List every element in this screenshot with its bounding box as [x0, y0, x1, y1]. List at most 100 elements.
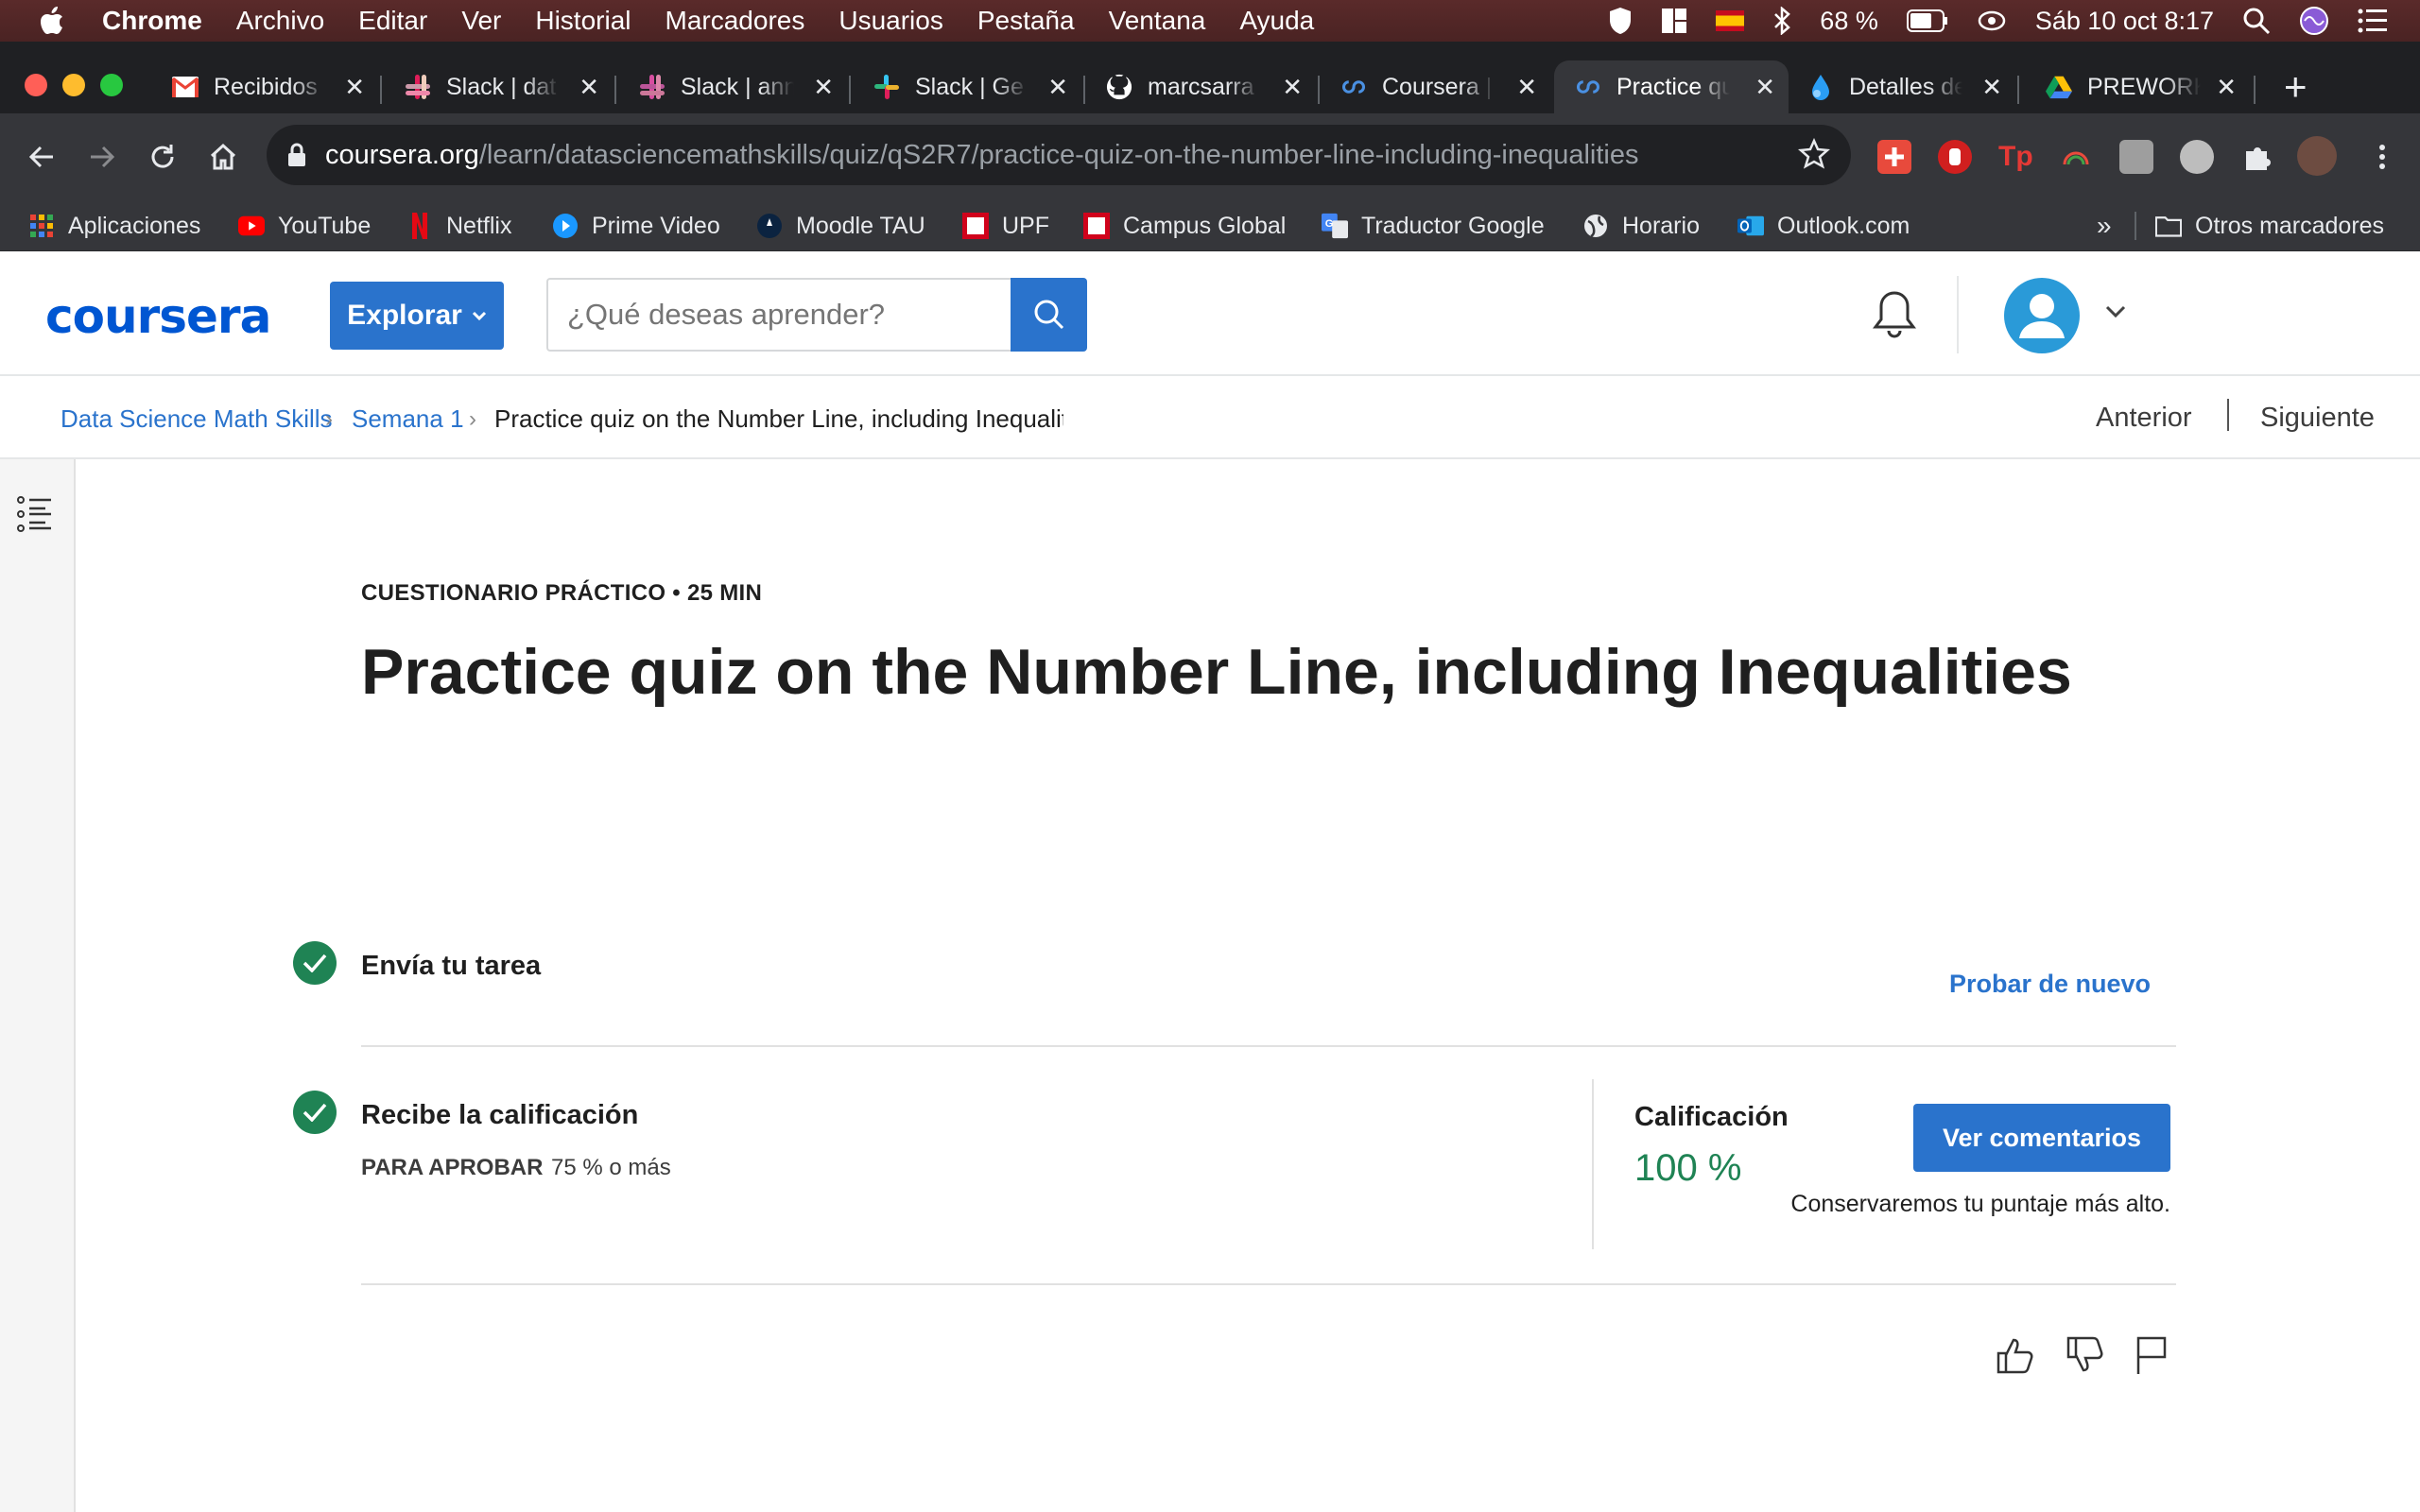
address-bar[interactable]: coursera.org/learn/datasciencemathskills… — [267, 125, 1851, 185]
tab-slack-2[interactable]: Slack | ann ✕ — [624, 60, 847, 113]
bookmark-outlook[interactable]: Outlook.com — [1737, 200, 1910, 251]
close-tab-icon[interactable]: ✕ — [579, 73, 599, 102]
slack-icon — [873, 74, 900, 100]
window-zoom-button[interactable] — [100, 74, 123, 96]
tab-title: Practice qu — [1616, 73, 1730, 100]
bookmark-otros-marcadores[interactable]: Otros marcadores — [2155, 200, 2384, 251]
search-button[interactable] — [1011, 278, 1087, 352]
bookmark-prime-video[interactable]: Prime Video — [552, 200, 720, 251]
step-submit-label: Envía tu tarea — [361, 951, 542, 981]
block-hand-icon[interactable] — [1938, 140, 1972, 174]
close-tab-icon[interactable]: ✕ — [1754, 73, 1775, 102]
battery-icon[interactable] — [1906, 9, 1948, 32]
menu-marcadores[interactable]: Marcadores — [666, 6, 805, 36]
tab-slack-1[interactable]: Slack | dat ✕ — [389, 60, 613, 113]
window-minimize-button[interactable] — [62, 74, 85, 96]
flag-icon[interactable] — [2133, 1334, 2170, 1381]
extension-plus-icon[interactable] — [1877, 140, 1911, 174]
spotlight-search-icon[interactable] — [2242, 7, 2271, 35]
search-input[interactable] — [546, 278, 1011, 352]
tab-strip: Recibidos ✕ Slack | dat ✕ Slack | ann ✕ … — [0, 42, 2420, 113]
control-center-icon[interactable] — [2358, 9, 2388, 33]
window-layout-icon[interactable] — [1661, 8, 1687, 34]
page-title: Practice quiz on the Number Line, includ… — [361, 636, 2072, 708]
menu-archivo[interactable]: Archivo — [236, 6, 324, 36]
bookmarks-overflow-button[interactable]: » — [2097, 200, 2112, 251]
puzzle-icon[interactable] — [2240, 140, 2274, 174]
spanish-flag-icon[interactable] — [1716, 10, 1745, 31]
tab-coursera[interactable]: Coursera | ✕ — [1327, 60, 1550, 113]
previous-link[interactable]: Anterior — [2096, 403, 2192, 434]
bookmark-netflix[interactable]: Netflix — [406, 200, 511, 251]
course-outline-toggle[interactable] — [17, 495, 53, 538]
close-tab-icon[interactable]: ✕ — [813, 73, 834, 102]
tab-detalles[interactable]: Detalles de ✕ — [1792, 60, 2015, 113]
rainbow-extension-icon[interactable] — [2059, 140, 2093, 174]
bluetooth-icon[interactable] — [1772, 7, 1791, 35]
tab-prework[interactable]: PREWORK ✕ — [2027, 60, 2250, 113]
section-divider — [361, 1283, 2176, 1285]
menu-ayuda[interactable]: Ayuda — [1239, 6, 1314, 36]
chevron-down-icon[interactable] — [2104, 304, 2127, 324]
breadcrumb: Data Science Math Skills › Semana 1 › Pr… — [0, 376, 2420, 459]
tp-extension-icon[interactable]: Tp — [1998, 140, 2033, 174]
close-tab-icon[interactable]: ✕ — [1282, 73, 1303, 102]
menu-ver[interactable]: Ver — [461, 6, 501, 36]
coursera-logo[interactable]: coursera — [45, 289, 271, 344]
list-menu-icon — [17, 496, 51, 532]
siri-icon[interactable] — [2299, 6, 2329, 36]
h-extension-icon[interactable] — [2119, 140, 2153, 174]
next-link[interactable]: Siguiente — [2260, 403, 2375, 434]
tab-github[interactable]: marcsarra ✕ — [1093, 60, 1316, 113]
retry-link[interactable]: Probar de nuevo — [1949, 970, 2151, 999]
kebab-menu-icon[interactable] — [2365, 140, 2399, 174]
tab-slack-3[interactable]: Slack | Ge ✕ — [858, 60, 1081, 113]
shield-icon[interactable] — [1608, 7, 1633, 35]
menu-usuarios[interactable]: Usuarios — [838, 6, 942, 36]
tab-recibidos[interactable]: Recibidos ✕ — [155, 60, 378, 113]
wifi-sync-icon[interactable] — [1977, 8, 2007, 34]
thumbs-down-icon[interactable] — [2065, 1334, 2106, 1381]
bookmark-campus-global[interactable]: Campus Global — [1083, 200, 1286, 251]
close-tab-icon[interactable]: ✕ — [1047, 73, 1068, 102]
check-circle-icon — [293, 941, 337, 985]
bookmark-youtube[interactable]: YouTube — [238, 200, 371, 251]
home-button[interactable] — [200, 134, 246, 180]
forward-button[interactable] — [79, 134, 125, 180]
back-button[interactable] — [19, 134, 64, 180]
menu-app-name[interactable]: Chrome — [102, 6, 202, 36]
thumbs-up-icon[interactable] — [1995, 1334, 2036, 1381]
bookmark-upf[interactable]: UPF — [962, 200, 1049, 251]
view-feedback-button[interactable]: Ver comentarios — [1913, 1104, 2170, 1172]
bookmark-star-icon[interactable] — [1798, 138, 1830, 170]
menu-ventana[interactable]: Ventana — [1109, 6, 1206, 36]
close-tab-icon[interactable]: ✕ — [1981, 73, 2002, 102]
profile-avatar[interactable] — [2297, 136, 2337, 176]
lock-icon[interactable] — [287, 143, 306, 167]
close-tab-icon[interactable]: ✕ — [344, 73, 365, 102]
apple-icon[interactable] — [40, 7, 64, 35]
bookmark-moodle-tau[interactable]: Moodle TAU — [756, 200, 925, 251]
chevron-down-icon — [472, 311, 486, 321]
close-tab-icon[interactable]: ✕ — [2216, 73, 2237, 102]
bookmark-traductor-google[interactable]: G Traductor Google — [1322, 200, 1545, 251]
menu-pestana[interactable]: Pestaña — [977, 6, 1075, 36]
reload-button[interactable] — [140, 134, 185, 180]
browser-toolbar: coursera.org/learn/datasciencemathskills… — [0, 113, 2420, 200]
user-avatar[interactable] — [2004, 278, 2080, 353]
menu-editar[interactable]: Editar — [358, 6, 427, 36]
notifications-bell-icon[interactable] — [1870, 289, 1919, 347]
tab-practice-quiz[interactable]: Practice qu ✕ — [1554, 60, 1789, 113]
close-tab-icon[interactable]: ✕ — [1516, 73, 1537, 102]
breadcrumb-week[interactable]: Semana 1 — [352, 404, 464, 434]
explore-button[interactable]: Explorar — [330, 282, 504, 350]
bookmark-aplicaciones[interactable]: Aplicaciones — [28, 200, 200, 251]
bookmark-horario[interactable]: Horario — [1582, 200, 1700, 251]
breadcrumb-course[interactable]: Data Science Math Skills — [60, 404, 333, 434]
menubar-datetime[interactable]: Sáb 10 oct 8:17 — [2035, 7, 2214, 36]
window-close-button[interactable] — [25, 74, 47, 96]
highest-score-note: Conservaremos tu puntaje más alto. — [1790, 1191, 2170, 1217]
new-tab-button[interactable]: + — [2284, 64, 2308, 110]
menu-historial[interactable]: Historial — [535, 6, 631, 36]
check-extension-icon[interactable] — [2180, 140, 2214, 174]
